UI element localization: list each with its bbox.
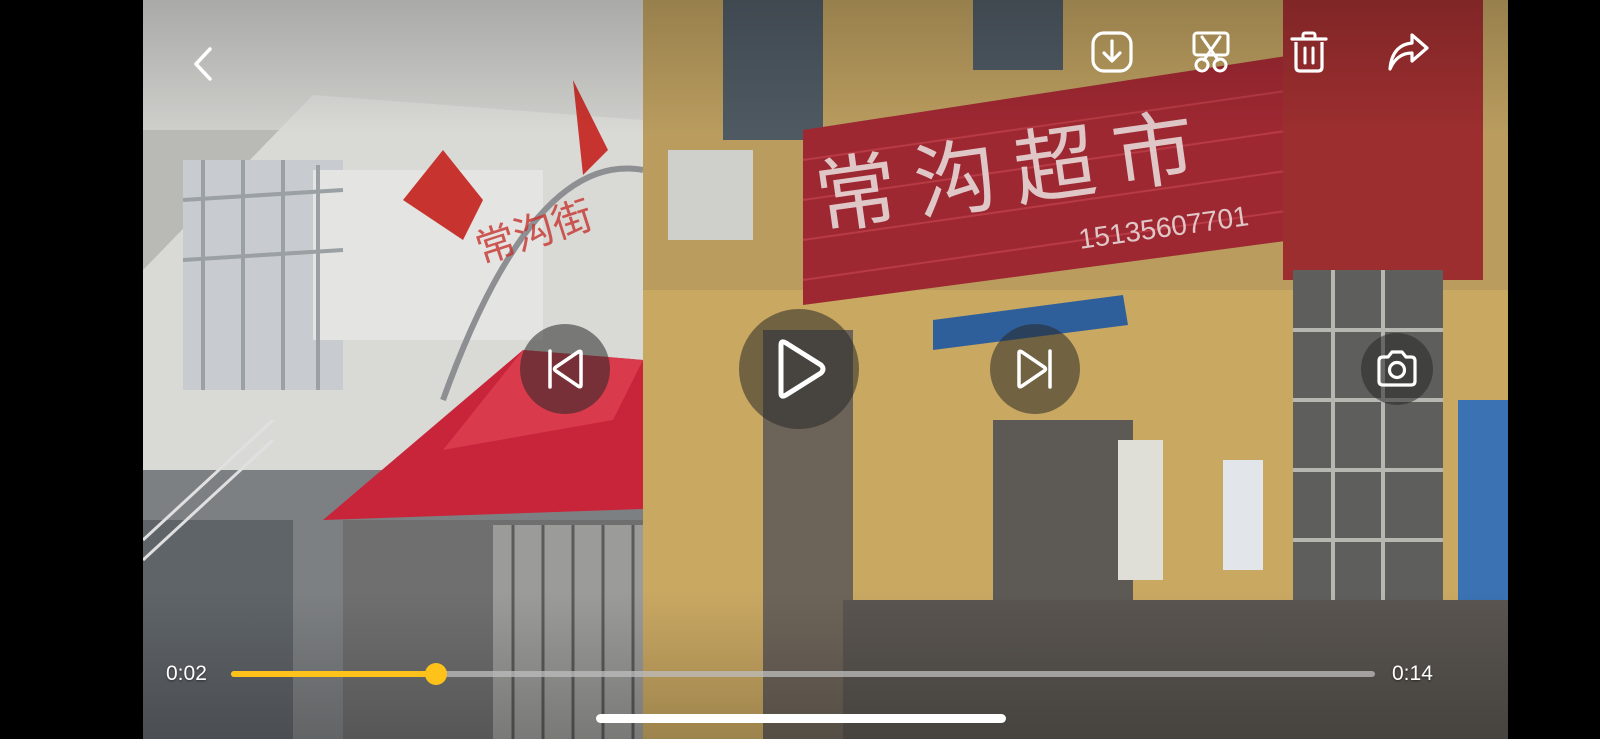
previous-button[interactable] [520, 324, 610, 414]
trim-button[interactable] [1183, 24, 1239, 80]
share-button[interactable] [1380, 24, 1436, 80]
video-player-screen: 常沟超市 15135607701 常沟街 0:02 0:14 [0, 0, 1600, 739]
seek-bar[interactable] [231, 663, 1375, 685]
download-button[interactable] [1084, 24, 1140, 80]
seek-bar-progress [231, 671, 436, 677]
seek-bar-thumb[interactable] [424, 663, 447, 685]
scissors-icon [1192, 31, 1230, 73]
screenshot-button[interactable] [1361, 333, 1433, 405]
skip-next-icon [1017, 349, 1052, 389]
play-button[interactable] [739, 309, 859, 429]
share-icon [1388, 33, 1429, 71]
next-button[interactable] [990, 324, 1080, 414]
current-time: 0:02 [166, 662, 207, 685]
play-icon [778, 339, 826, 399]
camera-icon [1377, 350, 1417, 387]
chevron-left-icon [194, 47, 212, 81]
download-icon [1091, 31, 1133, 73]
delete-button[interactable] [1281, 24, 1337, 80]
total-duration: 0:14 [1392, 662, 1433, 685]
back-button[interactable] [176, 36, 232, 92]
home-indicator[interactable] [596, 714, 1006, 723]
skip-previous-icon [548, 349, 583, 389]
trash-icon [1290, 31, 1328, 73]
